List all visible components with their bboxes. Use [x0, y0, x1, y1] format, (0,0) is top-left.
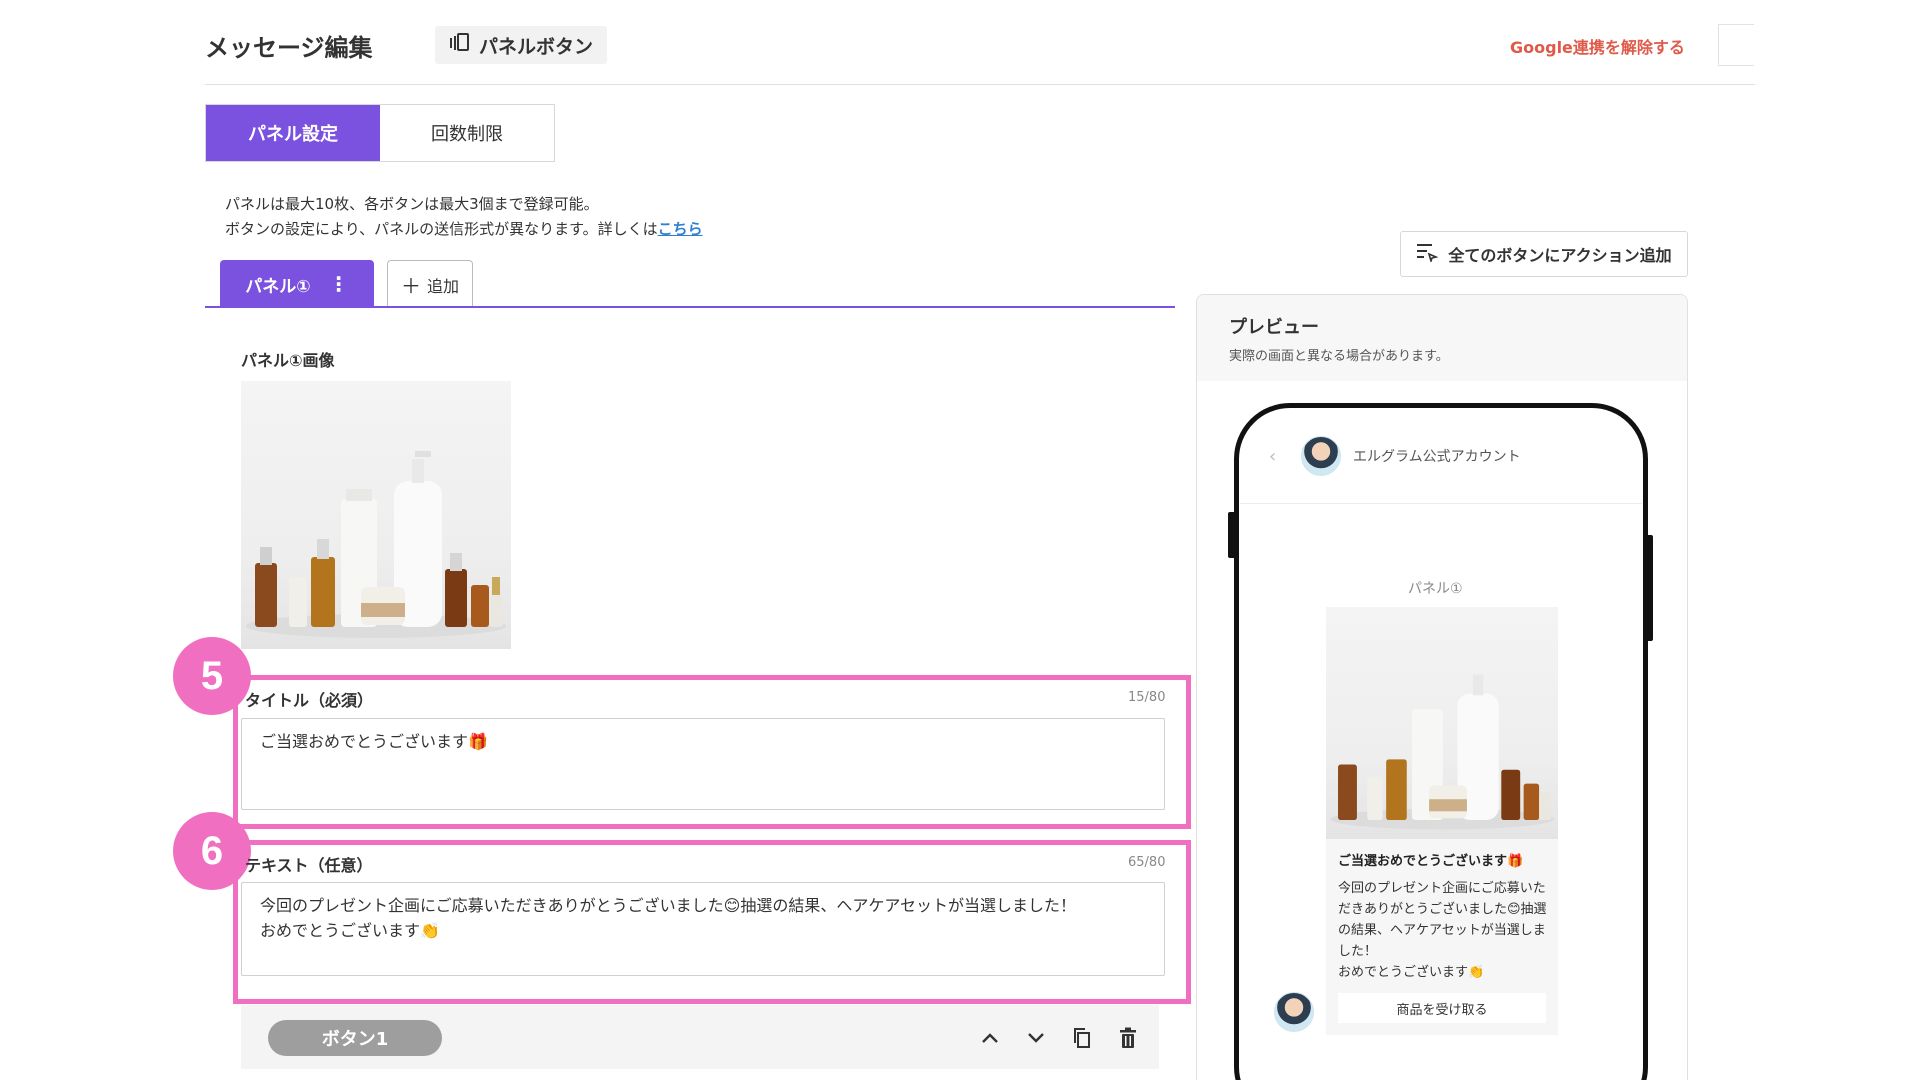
chevron-down-icon[interactable] [1022, 1024, 1050, 1052]
preview-card-text: 今回のプレゼント企画にご応募いただきありがとうございました😊抽選の結果、ヘアケア… [1338, 881, 1547, 980]
message-type-chip: パネルボタン [435, 26, 608, 64]
settings-tabs: パネル設定 回数制限 [205, 104, 555, 162]
text-field-label: テキスト（任意） [245, 856, 373, 875]
tab-count-limit[interactable]: 回数制限 [380, 105, 554, 161]
details-link[interactable]: こちら [658, 220, 703, 238]
chevron-up-icon[interactable] [976, 1024, 1004, 1052]
step-badge-6: 6 [173, 812, 251, 890]
preview-subtitle: 実際の画面と異なる場合があります。 [1229, 349, 1449, 364]
back-icon: ‹ [1269, 446, 1277, 467]
info-line-2-text: ボタンの設定により、パネルの送信形式が異なります。詳しくは [225, 220, 658, 238]
tab-panel-settings[interactable]: パネル設定 [206, 105, 380, 161]
panel-icon [449, 32, 469, 58]
preview-card-button[interactable]: 商品を受け取る [1338, 993, 1546, 1023]
action-list-icon [1416, 242, 1439, 266]
add-action-to-all-buttons[interactable]: 全てのボタンにアクション追加 [1400, 231, 1688, 277]
preview-panel-label: パネル① [1408, 581, 1463, 597]
info-line-2: ボタンの設定により、パネルの送信形式が異なります。詳しくはこちら [225, 217, 703, 242]
text-counter: 65/80 [1128, 855, 1166, 870]
preview-card-title: ご当選おめでとうございます🎁 [1338, 854, 1524, 869]
add-panel-button[interactable]: ＋ 追加 [387, 260, 473, 308]
text-input[interactable]: 今回のプレゼント企画にご応募いただきありがとうございました😊抽選の結果、ヘアケア… [241, 882, 1165, 976]
preview-bottles-image [1330, 674, 1554, 830]
avatar [1274, 992, 1314, 1032]
add-label: 追加 [426, 276, 459, 296]
title-input[interactable]: ご当選おめでとうございます🎁 [241, 718, 1165, 810]
button-1-tab[interactable]: ボタン1 [268, 1020, 442, 1056]
avatar [1301, 436, 1341, 476]
kebab-icon[interactable]: ⋮ [329, 272, 349, 296]
panel-tab-label: パネル① [245, 276, 311, 297]
preview-title: プレビュー [1229, 317, 1319, 338]
page-title: メッセージ編集 [205, 34, 373, 62]
title-field-label: タイトル（必須） [245, 691, 374, 710]
google-unlink-link[interactable]: Google連携を解除する [1510, 34, 1685, 58]
panel-image-label: パネル①画像 [241, 351, 335, 370]
tab-underline [205, 306, 1175, 308]
trash-icon[interactable] [1114, 1024, 1142, 1052]
all-actions-label: 全てのボタンにアクション追加 [1448, 246, 1672, 265]
header-side-box [1718, 24, 1754, 66]
chip-label: パネルボタン [479, 35, 594, 58]
header-divider [205, 84, 1755, 85]
info-line-1: パネルは最大10枚、各ボタンは最大3個まで登録可能。 [225, 195, 599, 213]
copy-icon[interactable] [1068, 1024, 1096, 1052]
chat-header-divider [1240, 503, 1642, 504]
step-badge-5: 5 [173, 637, 251, 715]
panel-image[interactable] [241, 381, 511, 649]
product-bottles-image [246, 451, 506, 638]
plus-icon: ＋ [400, 274, 421, 298]
account-name: エルグラム公式アカウント [1353, 449, 1521, 465]
title-counter: 15/80 [1128, 690, 1166, 705]
info-text: パネルは最大10枚、各ボタンは最大3個まで登録可能。 ボタンの設定により、パネル… [225, 192, 703, 242]
preview-card-image [1326, 607, 1558, 839]
tab-panel-1[interactable]: パネル① ⋮ [220, 260, 374, 308]
